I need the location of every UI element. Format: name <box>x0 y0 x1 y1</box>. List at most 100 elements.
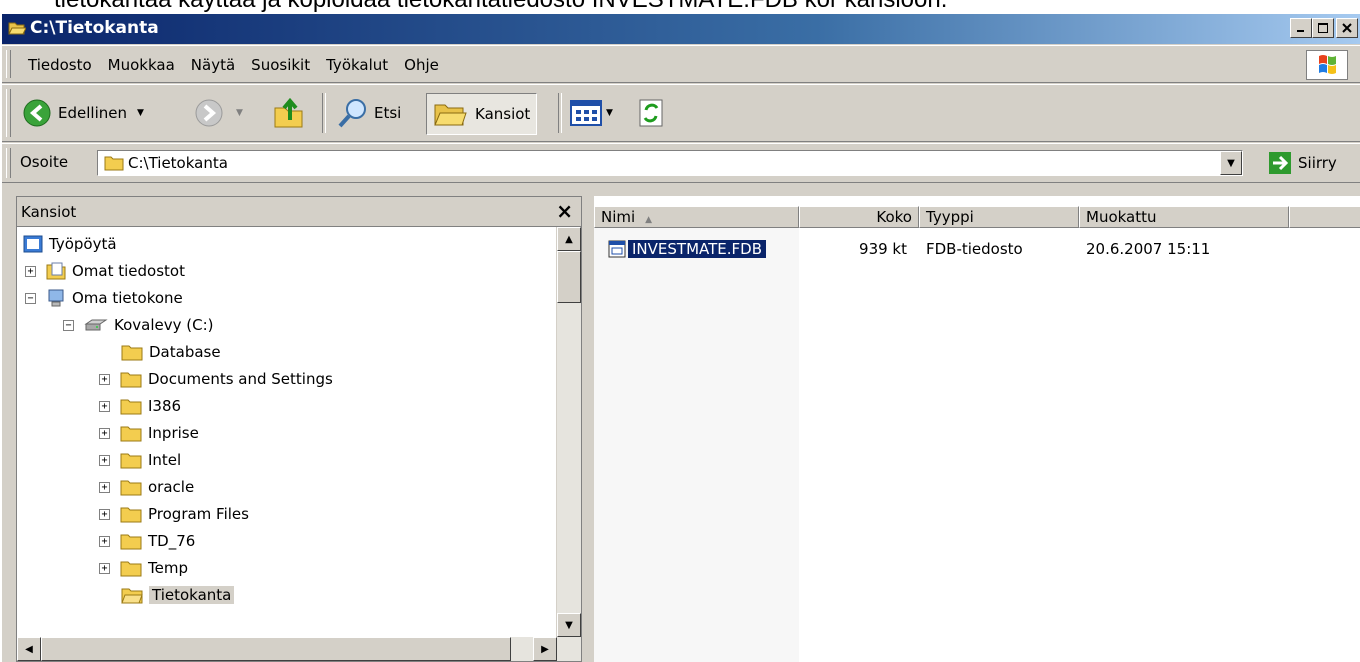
tree-label-selected: Tietokanta <box>149 586 235 604</box>
views-button[interactable]: ▼ <box>570 91 613 135</box>
folder-icon <box>120 372 142 388</box>
expand-icon[interactable]: + <box>99 373 110 385</box>
tree-label: oracle <box>148 478 195 496</box>
scroll-left-button[interactable]: ◀ <box>17 637 41 661</box>
go-label: Siirry <box>1298 154 1337 172</box>
column-header-modified[interactable]: Muokattu <box>1079 206 1289 228</box>
collapse-icon[interactable]: − <box>25 292 36 304</box>
vertical-scrollbar[interactable]: ▲ ▼ <box>556 227 581 637</box>
expand-icon[interactable]: + <box>99 400 110 412</box>
my-documents-icon <box>46 262 66 280</box>
expand-icon[interactable]: + <box>99 562 110 574</box>
tree-node-database[interactable]: Database <box>121 339 221 365</box>
horizontal-scrollbar[interactable]: ◀ ▶ <box>17 637 581 661</box>
chevron-down-icon[interactable]: ▼ <box>236 108 243 118</box>
scroll-up-button[interactable]: ▲ <box>557 227 581 251</box>
tree-label: Kovalevy (C:) <box>114 316 214 334</box>
fdb-file-icon <box>608 240 626 258</box>
close-button[interactable] <box>1336 18 1358 38</box>
refresh-icon <box>639 99 663 127</box>
column-header-type[interactable]: Tyyppi <box>919 206 1079 228</box>
tree-node-tietokanta[interactable]: Tietokanta <box>121 582 235 608</box>
horizontal-scroll-thumb[interactable] <box>41 637 511 661</box>
go-button[interactable]: Siirry <box>1268 150 1337 176</box>
views-icon <box>570 100 602 126</box>
search-icon <box>338 99 366 128</box>
sort-ascending-icon: ▲ <box>645 215 653 225</box>
back-label: Edellinen <box>58 104 127 122</box>
close-pane-icon[interactable]: × <box>556 199 573 223</box>
address-bar-grip[interactable] <box>6 148 11 178</box>
folder-icon <box>120 453 142 469</box>
expand-icon[interactable]: + <box>25 265 36 277</box>
chevron-down-icon[interactable]: ▼ <box>606 108 613 118</box>
folder-icon <box>120 534 142 550</box>
collapse-icon[interactable]: − <box>63 319 74 331</box>
back-button[interactable]: Edellinen ▼ <box>22 91 144 135</box>
folder-open-icon <box>8 22 26 35</box>
search-button[interactable]: Etsi <box>336 91 401 135</box>
scroll-right-button[interactable]: ▶ <box>533 637 557 661</box>
folder-open-icon <box>121 588 143 604</box>
forward-button[interactable]: ▼ <box>194 91 243 135</box>
tree-label: Omat tiedostot <box>72 262 185 280</box>
folder-icon <box>120 480 142 496</box>
tree-node-i386[interactable]: + I386 <box>99 393 181 419</box>
tree-node-intel[interactable]: + Intel <box>99 447 181 473</box>
expand-icon[interactable]: + <box>99 508 110 520</box>
menu-ohje[interactable]: Ohje <box>396 54 447 76</box>
tree-label: Database <box>149 343 221 361</box>
address-input[interactable]: C:\Tietokanta ▼ <box>97 150 1243 176</box>
menu-nayta[interactable]: Näytä <box>183 54 243 76</box>
tree-node-documents-and-settings[interactable]: + Documents and Settings <box>99 366 333 392</box>
tree-label: Inprise <box>148 424 199 442</box>
folder-icon <box>120 561 142 577</box>
address-label: Osoite <box>20 153 69 171</box>
tree-label: Intel <box>148 451 182 469</box>
expand-icon[interactable]: + <box>99 454 110 466</box>
toolbar-grip[interactable] <box>6 89 11 137</box>
menu-bar-grip[interactable] <box>6 50 11 78</box>
minimize-button[interactable] <box>1290 18 1312 38</box>
tree-label: Oma tietokone <box>72 289 183 307</box>
tree-node-program-files[interactable]: + Program Files <box>99 501 249 527</box>
hard-drive-icon <box>84 319 108 331</box>
expand-icon[interactable]: + <box>99 481 110 493</box>
address-dropdown-button[interactable]: ▼ <box>1220 151 1242 175</box>
folders-button[interactable]: Kansiot <box>426 93 538 135</box>
tree-node-omat-tiedostot[interactable]: + Omat tiedostot <box>25 258 185 284</box>
document-caption-text: tietokantaa käyttää ja kopioidaa tietoka… <box>0 0 1360 14</box>
my-computer-icon <box>48 289 64 307</box>
file-name[interactable]: INVESTMATE.FDB <box>628 240 766 258</box>
chevron-down-icon[interactable]: ▼ <box>137 108 144 118</box>
tree-node-oracle[interactable]: + oracle <box>99 474 194 500</box>
tree-label: Työpöytä <box>49 235 117 253</box>
up-folder-button[interactable] <box>272 91 306 135</box>
column-header-empty[interactable] <box>1289 206 1360 228</box>
tree-label: TD_76 <box>148 532 196 550</box>
tree-node-inprise[interactable]: + Inprise <box>99 420 199 446</box>
expand-icon[interactable]: + <box>99 535 110 547</box>
refresh-button[interactable] <box>638 91 664 135</box>
menu-suosikit[interactable]: Suosikit <box>243 54 318 76</box>
maximize-button[interactable] <box>1312 18 1334 38</box>
title-bar[interactable]: C:\Tietokanta <box>2 14 1360 44</box>
close-icon <box>1342 23 1352 33</box>
column-header-size[interactable]: Koko <box>799 206 919 228</box>
menu-tiedosto[interactable]: Tiedosto <box>20 54 100 76</box>
file-size: 939 kt <box>859 240 907 258</box>
menu-muokkaa[interactable]: Muokkaa <box>100 54 183 76</box>
scroll-thumb[interactable] <box>557 251 581 303</box>
expand-icon[interactable]: + <box>99 427 110 439</box>
file-row[interactable]: INVESTMATE.FDB 939 kt FDB-tiedosto 20.6.… <box>594 238 1210 260</box>
scroll-down-button[interactable]: ▼ <box>557 613 581 637</box>
tree-node-tyopoyta[interactable]: Työpöytä <box>23 231 117 257</box>
column-headers: Nimi ▲ Koko Tyyppi Muokattu <box>594 206 1360 228</box>
tree-node-td-76[interactable]: + TD_76 <box>99 528 195 554</box>
tree-node-oma-tietokone[interactable]: − Oma tietokone <box>25 285 183 311</box>
file-type: FDB-tiedosto <box>926 240 1023 258</box>
column-header-name[interactable]: Nimi ▲ <box>594 206 799 228</box>
menu-tyokalut[interactable]: Työkalut <box>318 54 396 76</box>
tree-node-kovalevy[interactable]: − Kovalevy (C:) <box>63 312 214 338</box>
tree-node-temp[interactable]: + Temp <box>99 555 188 581</box>
